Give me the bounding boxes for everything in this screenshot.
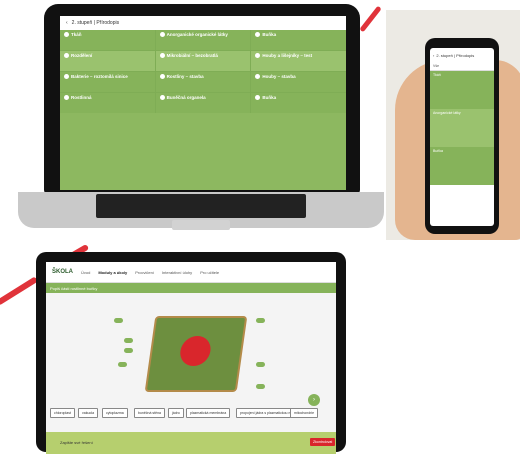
tile-icon xyxy=(64,32,69,38)
tile-icon xyxy=(255,95,261,101)
label-pin[interactable] xyxy=(114,318,123,323)
tile-title: Tkáň xyxy=(71,32,82,37)
tile-title: Anorganické organické látky xyxy=(166,32,228,37)
accent-line-left xyxy=(0,276,39,306)
laptop-trackpad xyxy=(172,220,230,230)
tablet-screen: ŠKOLA Úvod Moduly a úkoly Procvičení Intera… xyxy=(46,262,336,454)
laptop-keyboard xyxy=(96,194,306,218)
nav-item[interactable]: Interaktivní úlohy xyxy=(162,270,192,275)
tile-icon xyxy=(255,53,261,59)
tile-icon xyxy=(159,53,165,59)
next-button[interactable]: › xyxy=(308,394,320,406)
tablet-navbar: ŠKOLA Úvod Moduly a úkoly Procvičení Intera… xyxy=(46,262,336,283)
answer-tag[interactable]: mitochondrie xyxy=(290,408,319,418)
phone-screen: ‹ 2. stupeň | Přírodopis Vše Tkáň Anorgan… xyxy=(430,48,494,226)
exercise-title-bar: Popiš části rostlinné buňky xyxy=(46,283,336,293)
nav-item[interactable]: Procvičení xyxy=(135,270,154,275)
tile-icon xyxy=(159,32,165,38)
tile[interactable]: Rostliny – stavba xyxy=(155,72,251,92)
nucleus xyxy=(178,336,213,366)
tile-title: Rozdělení xyxy=(71,53,93,58)
label-pin[interactable] xyxy=(256,384,265,389)
answer-tag[interactable]: cytoplazma xyxy=(102,408,128,418)
answer-tag[interactable]: chloroplast xyxy=(50,408,75,418)
phone-list-item[interactable]: Anorganické látky xyxy=(430,109,494,147)
exercise-title: Popiš části rostlinné buňky xyxy=(50,285,98,291)
laptop-tile-grid: Tkáň Anorganické organické látky Buňka Rozd… xyxy=(60,30,346,113)
phone-filter-label: Vše xyxy=(433,64,440,68)
tile-title: Buněčná organela xyxy=(166,95,206,100)
accent-line-top xyxy=(359,5,382,33)
answer-tag[interactable]: jádro xyxy=(168,408,184,418)
tile-title: Rostliny – stavba xyxy=(166,74,204,79)
tile[interactable]: Mikrobiální – bezobratlá xyxy=(155,51,251,71)
footer-text: Zapište své řešení xyxy=(60,440,93,445)
tile[interactable]: Houby – stavba xyxy=(251,72,346,92)
nav-item[interactable]: Pro učitele xyxy=(200,270,219,275)
site-logo[interactable]: ŠKOLA xyxy=(52,269,73,275)
tile-icon xyxy=(159,74,165,80)
tablet-footer: Zapište své řešení Zkontrolovat xyxy=(46,432,336,454)
tile-title: Buňka xyxy=(262,95,277,100)
laptop-app-header: ‹ 2. stupeň | Přírodopis xyxy=(60,16,346,30)
answer-tag[interactable]: plazmatická membrána xyxy=(186,408,231,418)
label-pin[interactable] xyxy=(256,362,265,367)
plant-cell-image xyxy=(144,316,248,392)
tile-title: Rostlinná xyxy=(71,95,92,100)
tile-title: Mikrobiální – bezobratlá xyxy=(166,53,218,58)
tile[interactable]: Bakterie – roztomilá sinice xyxy=(60,72,155,92)
nav-item[interactable]: Úvod xyxy=(81,270,90,275)
phone-title: 2. stupeň | Přírodopis xyxy=(436,52,475,58)
label-pin[interactable] xyxy=(124,338,133,343)
laptop-app-title: 2. stupeň | Přírodopis xyxy=(71,20,120,26)
tile[interactable]: Buněčná organela xyxy=(155,93,251,113)
tile-icon xyxy=(64,95,69,101)
answer-tag[interactable]: vakuola xyxy=(78,408,99,418)
check-button[interactable]: Zkontrolovat xyxy=(310,438,336,446)
tile-icon xyxy=(64,53,69,59)
tile-icon xyxy=(255,74,261,80)
phone-list-item[interactable]: Tkáň xyxy=(430,71,494,109)
laptop-screen: ‹ 2. stupeň | Přírodopis Tkáň Anorganické… xyxy=(60,16,346,190)
tile[interactable]: Anorganické organické látky xyxy=(155,30,251,50)
tile-icon xyxy=(159,95,165,101)
tile-icon xyxy=(255,32,261,38)
phone-list: Tkáň Anorganické látky Buňka xyxy=(430,71,494,185)
phone-header: ‹ 2. stupeň | Přírodopis xyxy=(430,48,494,62)
tile[interactable]: Rostlinná xyxy=(60,93,155,113)
tile[interactable]: Buňka xyxy=(251,93,346,113)
back-icon[interactable]: ‹ xyxy=(433,53,434,58)
tile-title: Houby – stavba xyxy=(262,74,296,79)
tile[interactable]: Tkáň xyxy=(60,30,155,50)
tablet-nav-items: Úvod Moduly a úkoly Procvičení Interaktivní… xyxy=(81,270,219,275)
tile-title: Bakterie – roztomilá sinice xyxy=(71,74,128,79)
tile[interactable]: Houby a lišejníky – test xyxy=(251,51,346,71)
tile[interactable]: Buňka xyxy=(251,30,346,50)
tile-title: Houby a lišejníky – test xyxy=(262,53,313,58)
tile[interactable]: Rozdělení xyxy=(60,51,155,71)
phone-filter[interactable]: Vše xyxy=(430,62,494,71)
label-pin[interactable] xyxy=(124,348,133,353)
nav-item[interactable]: Moduly a úkoly xyxy=(98,270,127,275)
label-pin[interactable] xyxy=(118,362,127,367)
tile-icon xyxy=(64,74,69,80)
answer-tag[interactable]: buněčná stěna xyxy=(134,408,165,418)
phone-list-item[interactable]: Buňka xyxy=(430,147,494,185)
back-icon[interactable]: ‹ xyxy=(66,20,68,26)
label-pin[interactable] xyxy=(256,318,265,323)
tile-title: Buňka xyxy=(262,32,277,37)
